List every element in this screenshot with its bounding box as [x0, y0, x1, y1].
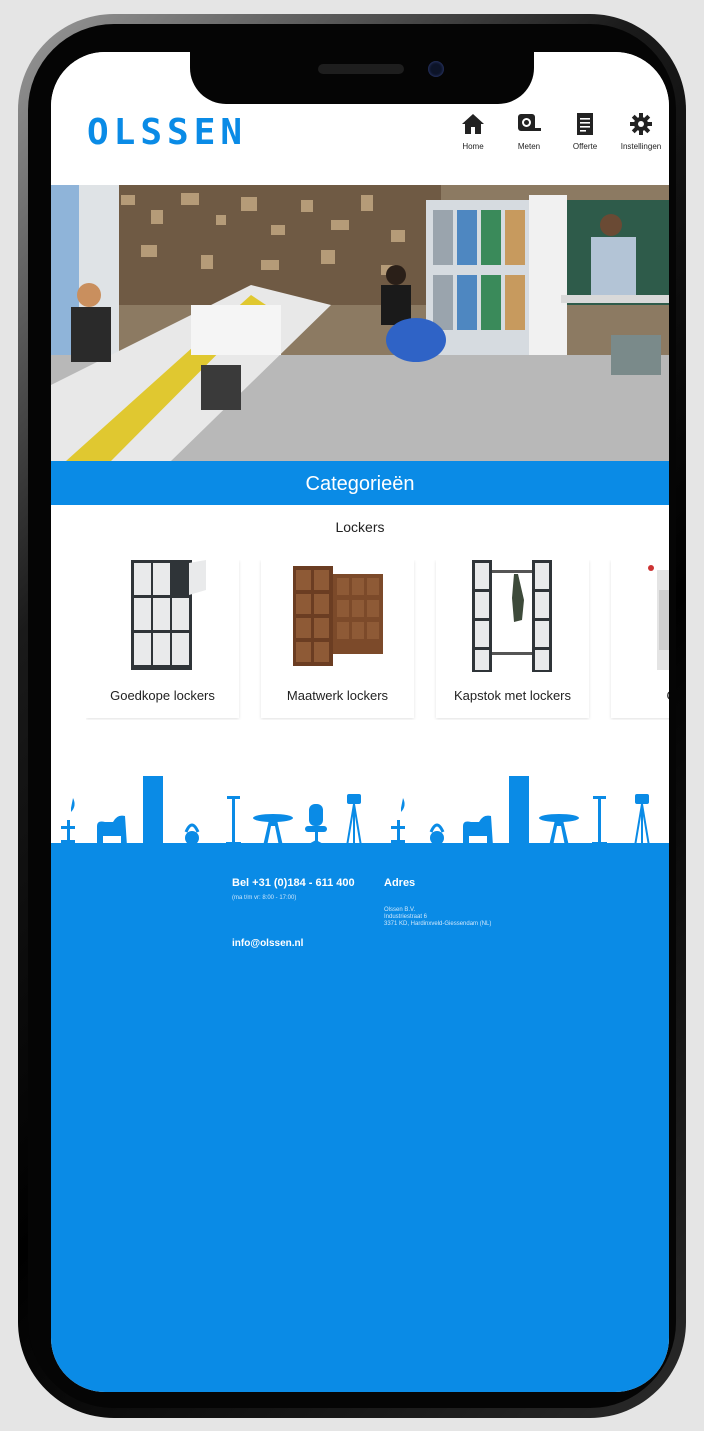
brand-logo[interactable]: OLSSEN [87, 112, 247, 153]
nav-label-home: Home [462, 142, 484, 151]
gear-icon [630, 113, 652, 135]
category-label: Maatwerk lockers [286, 688, 389, 703]
category-subtitle: Lockers [335, 519, 385, 535]
nav-item-home[interactable]: Home [445, 112, 501, 151]
nav-item-meten[interactable]: Meten [501, 112, 557, 151]
nav-label-instellingen: Instellingen [620, 142, 662, 151]
category-card-kapstok-met-lockers[interactable]: Kapstok met lockers [436, 560, 589, 718]
tape-measure-icon [518, 114, 541, 131]
page-footer: Bel +31 (0)184 - 611 400 (ma t/m vr: 8:0… [51, 843, 669, 1392]
nav-item-instellingen[interactable]: Instellingen [613, 112, 669, 151]
footer-address-line: Olssen B.V. [384, 907, 416, 913]
category-label: Goedkope lockers [110, 688, 215, 703]
locker-image [293, 566, 383, 666]
phone-notch [190, 52, 534, 104]
category-card-gevent[interactable]: Gevent [611, 560, 669, 718]
footer-address-line: 3371 KD, Hardinxveld-Giessendam (NL) [384, 921, 492, 927]
category-label: Gevent [611, 688, 669, 703]
furniture-silhouette-decoration [61, 776, 650, 846]
footer-email-link[interactable]: info@olssen.nl [232, 938, 303, 949]
hero-office-image [51, 185, 669, 461]
category-card-maatwerk-lockers[interactable]: Maatwerk lockers [261, 560, 414, 718]
nav-label-meten: Meten [517, 142, 541, 151]
document-icon [577, 113, 593, 135]
footer-hours: (ma t/m vr: 8:00 - 17:00) [232, 895, 297, 901]
top-nav: Home Meten Offerte Instellingen [445, 112, 669, 151]
category-card-goedkope-lockers[interactable]: Goedkope lockers [86, 560, 239, 718]
front-camera [428, 61, 444, 77]
category-carousel[interactable]: Goedkope lockers Maatwerk lockers Kapsto… [86, 560, 669, 720]
locker-image [648, 565, 669, 670]
nav-label-offerte: Offerte [572, 142, 598, 151]
footer-address: Olssen B.V. Industriestraat 6 3371 KD, H… [384, 907, 491, 928]
footer-phone[interactable]: Bel +31 (0)184 - 611 400 [232, 877, 355, 889]
category-label: Kapstok met lockers [453, 688, 572, 703]
footer-address-line: Industriestraat 6 [384, 914, 428, 920]
footer-address-title: Adres [384, 877, 416, 889]
nav-item-offerte[interactable]: Offerte [557, 112, 613, 151]
locker-image [472, 560, 552, 672]
speaker-grille [318, 64, 404, 74]
locker-image [131, 560, 206, 670]
categories-header: Categorieën [51, 461, 669, 505]
home-icon [462, 114, 484, 134]
app-screen: OLSSEN Home Meten Offerte Instellingen C… [51, 52, 669, 1392]
